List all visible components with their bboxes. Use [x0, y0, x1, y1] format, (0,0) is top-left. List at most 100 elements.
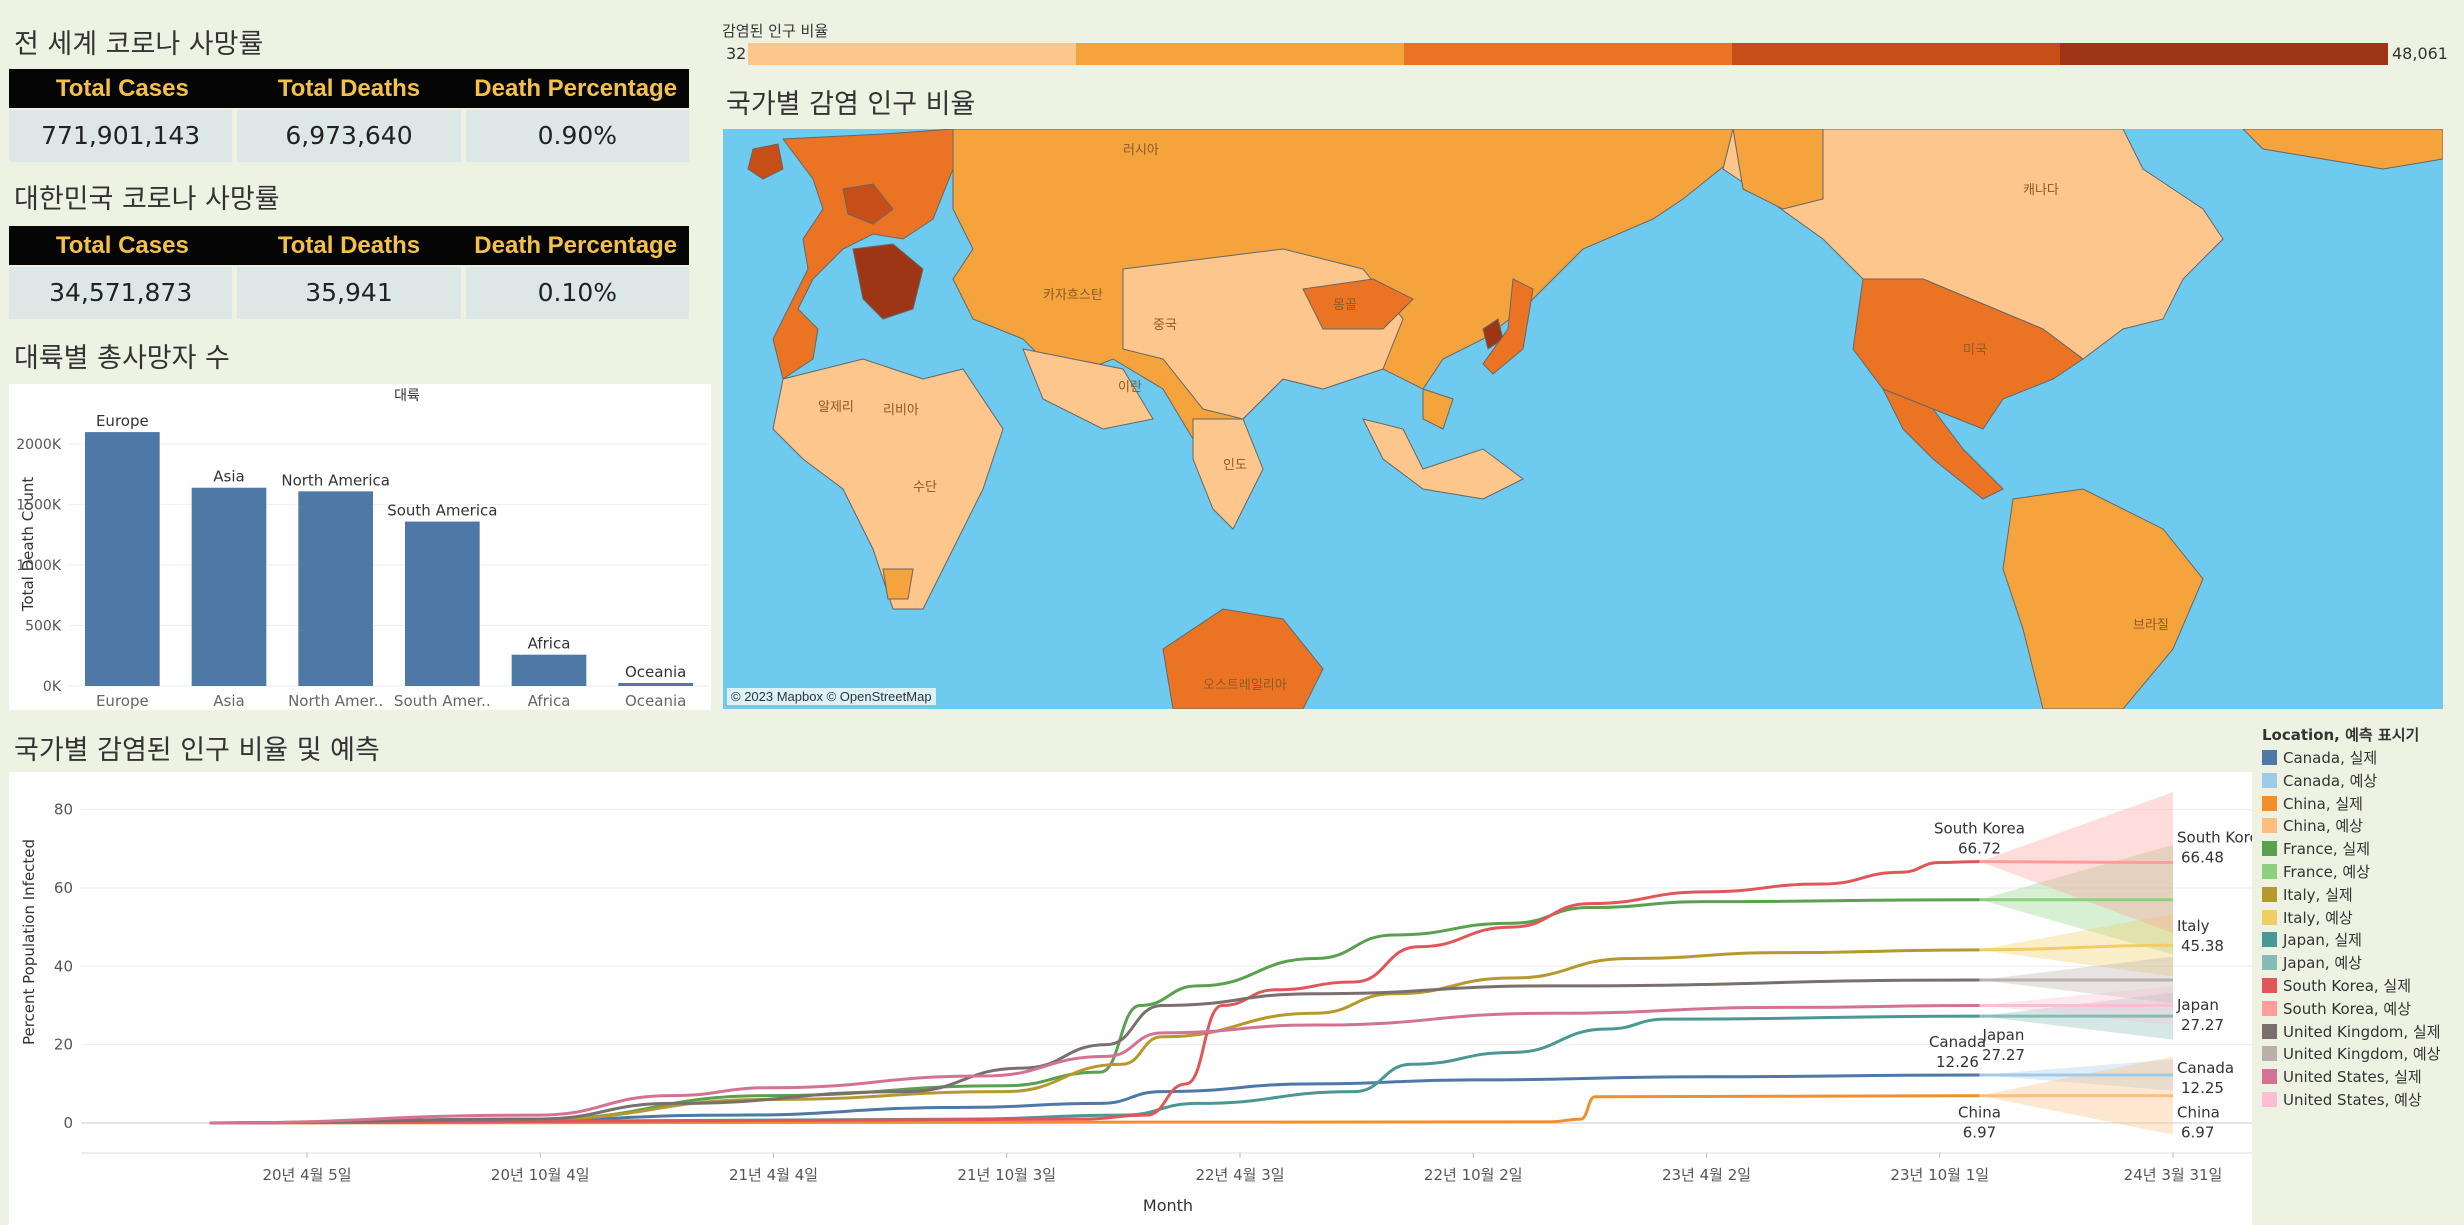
world-map[interactable]: 러시아 캐나다 미국 중국 몽골 카자흐스탄 알제리 리비아 인도 브라질 오스… — [723, 129, 2443, 709]
bar-south-america[interactable] — [405, 521, 480, 686]
color-ramp-step — [2060, 43, 2388, 65]
legend-item[interactable]: United Kingdom, 예상 — [2262, 1043, 2441, 1064]
line-chart-xlabel: Month — [1143, 1196, 1193, 1215]
line-data-label-name: China — [1958, 1104, 2001, 1122]
legend-item[interactable]: South Korea, 예상 — [2262, 998, 2411, 1019]
bar-ytick-label: 1000K — [16, 558, 62, 574]
legend-item[interactable]: Italy, 실제 — [2262, 884, 2353, 905]
legend-swatch — [2262, 955, 2277, 971]
continent-bar-chart[interactable]: 대륙 Total Death Count 0K 500K 1000K 1500K 200… — [9, 384, 711, 710]
line-chart-canvas[interactable]: 0 20 40 60 80 20년 4월 5일 20년 10월 4일 21년 4월 4일 21년… — [9, 772, 2268, 1225]
landmass-north-america[interactable] — [1722, 129, 2443, 500]
color-legend-min: 32 — [726, 44, 747, 63]
legend-item[interactable]: Italy, 예상 — [2262, 907, 2353, 928]
landmass-europe[interactable] — [747, 129, 954, 380]
map-label: 브라질 — [2133, 618, 2169, 633]
bar-africa[interactable] — [511, 654, 587, 686]
landmass-australia[interactable] — [1162, 608, 1324, 709]
legend-label: France, 실제 — [2283, 840, 2371, 859]
map-label: 미국 — [1963, 343, 1987, 358]
legend-item[interactable]: France, 예상 — [2262, 861, 2370, 882]
map-attribution[interactable]: © 2023 Mapbox © OpenStreetMap — [727, 688, 936, 705]
bar-europe[interactable] — [85, 432, 160, 686]
legend-label: Canada, 예상 — [2283, 771, 2378, 790]
map-label: 인도 — [1223, 458, 1247, 473]
legend-label: China, 예상 — [2283, 817, 2363, 836]
line-forecast-south-korea[interactable] — [1979, 860, 2174, 865]
legend-item[interactable]: Canada, 예상 — [2262, 770, 2377, 791]
line-xtick-label: 20년 4월 5일 — [262, 1166, 351, 1184]
line-data-label-name: Italy — [2177, 917, 2210, 935]
bar-data-label: Europe — [96, 412, 149, 430]
map-canvas[interactable]: 러시아 캐나다 미국 중국 몽골 카자흐스탄 알제리 리비아 인도 브라질 오스… — [723, 129, 2443, 709]
landmass-southeast-asia[interactable] — [1362, 388, 1524, 500]
value-total-cases: 771,901,143 — [9, 110, 233, 162]
landmass-africa[interactable] — [772, 358, 1004, 610]
line-actual-france[interactable] — [209, 898, 1980, 1125]
legend-item[interactable]: Japan, 예상 — [2262, 952, 2362, 973]
legend-item[interactable]: China, 예상 — [2262, 815, 2363, 836]
legend-label: Japan, 실제 — [2283, 931, 2362, 950]
legend-swatch — [2262, 772, 2277, 788]
legend-item[interactable]: United States, 예상 — [2262, 1089, 2422, 1110]
bar-oceania[interactable] — [618, 682, 693, 686]
line-actual-united-kingdom[interactable] — [209, 978, 1980, 1125]
bar-data-label: North America — [281, 471, 390, 489]
line-xtick-label: 20년 10월 4일 — [491, 1166, 590, 1184]
bar-data-label: Africa — [528, 635, 571, 653]
color-legend-title: 감염된 인구 비율 — [722, 22, 829, 40]
line-xtick-label: 24년 3월 31일 — [2124, 1166, 2223, 1184]
world-section-title: 전 세계 코로나 사망률 — [14, 29, 264, 60]
bar-chart-canvas[interactable]: 대륙 Total Death Count 0K500K1000K1500K200… — [9, 384, 711, 710]
line-ytick-label: 40 — [54, 957, 73, 975]
header-total-cases: Total Cases — [55, 75, 189, 102]
line-ytick-label: 60 — [54, 879, 73, 897]
header-total-cases: Total Cases — [55, 232, 189, 259]
table-header: Total Cases Total Deaths Death Percentag… — [9, 69, 689, 108]
map-label: 몽골 — [1333, 298, 1357, 313]
legend-item[interactable]: Canada, 실제 — [2262, 747, 2377, 768]
legend-item[interactable]: South Korea, 실제 — [2262, 975, 2411, 996]
value-total-cases: 34,571,873 — [9, 267, 233, 319]
legend-swatch — [2262, 1000, 2277, 1016]
bar-ytick-label: 2000K — [16, 437, 62, 453]
landmass-south-america[interactable] — [2002, 488, 2204, 709]
legend-item[interactable]: United States, 실제 — [2262, 1066, 2422, 1087]
legend-swatch — [2262, 909, 2277, 925]
line-data-label-name: Canada — [2177, 1059, 2234, 1077]
line-data-label-name: South Korea — [2177, 829, 2252, 847]
line-data-label-value: 27.27 — [2181, 1016, 2224, 1034]
line-data-label-name: Japan — [1982, 1026, 2025, 1044]
legend-label: Italy, 실제 — [2283, 885, 2353, 904]
legend-swatch — [2262, 886, 2277, 902]
legend-item[interactable]: France, 실제 — [2262, 838, 2370, 859]
korea-death-table: Total Cases Total Deaths Death Percentag… — [9, 226, 689, 319]
value-death-percentage: 0.10% — [465, 267, 689, 319]
line-legend-title: Location, 예측 표시기 — [2262, 726, 2420, 744]
line-xtick-label: 23년 4월 2일 — [1662, 1166, 1751, 1184]
color-legend-ramp[interactable] — [748, 43, 2388, 65]
map-label: 이란 — [1118, 380, 1142, 395]
bar-xtick-label: Europe — [96, 692, 149, 710]
legend-item[interactable]: China, 실제 — [2262, 793, 2363, 814]
value-total-deaths: 6,973,640 — [237, 110, 461, 162]
legend-item[interactable]: Japan, 실제 — [2262, 929, 2362, 950]
table-row: 34,571,873 35,941 0.10% — [9, 267, 689, 319]
line-actual-united-states[interactable] — [209, 1003, 1980, 1125]
bar-data-label: Oceania — [625, 663, 686, 681]
legend-label: France, 예상 — [2283, 863, 2371, 881]
legend-swatch — [2262, 932, 2277, 948]
map-section-title: 국가별 감염 인구 비율 — [726, 89, 976, 120]
legend-item[interactable]: United Kingdom, 실제 — [2262, 1021, 2441, 1042]
bar-xtick-label: South Amer.. — [394, 692, 491, 710]
forecast-line-chart[interactable]: 0 20 40 60 80 20년 4월 5일 20년 10월 4일 21년 4월 4일 21년… — [9, 772, 2268, 1225]
line-ytick-label: 0 — [63, 1114, 73, 1132]
bar-xtick-label: Africa — [528, 692, 571, 710]
bar-asia[interactable] — [191, 487, 267, 686]
bar-north-america[interactable] — [298, 491, 373, 686]
landmass-asia[interactable] — [952, 129, 1734, 530]
legend-label: South Korea, 실제 — [2283, 977, 2412, 995]
line-actual-japan[interactable] — [209, 1014, 1980, 1125]
line-data-label-name: China — [2177, 1104, 2220, 1122]
legend-swatch — [2262, 818, 2277, 834]
